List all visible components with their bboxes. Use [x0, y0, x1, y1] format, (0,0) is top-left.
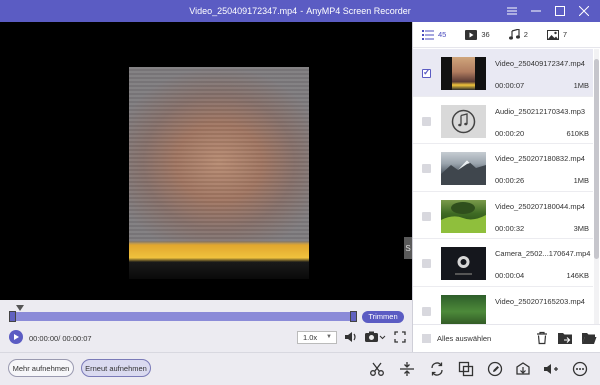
video-preview[interactable]: S [0, 22, 412, 300]
file-name: Video_250207180044.mp4 [495, 201, 585, 211]
scrollbar-thumb[interactable] [594, 59, 599, 259]
file-size: 610KB [566, 128, 589, 138]
tab-audio-count: 2 [523, 30, 528, 39]
split-icon[interactable] [397, 359, 417, 379]
file-name: Camera_2502...170647.mp4 [495, 249, 591, 258]
playback-controls: Trimmen 00:00:00/ 00:00:07 1.0x ▼ [0, 300, 412, 352]
trim-start-handle[interactable] [9, 311, 16, 322]
title-separator: - [300, 6, 304, 16]
fullscreen-icon[interactable] [392, 329, 408, 345]
list-item[interactable]: Video_250207180832.mp4 00:00:26 1MB [413, 144, 593, 192]
file-name: Video_250207180832.mp4 [495, 154, 585, 163]
file-size: 1MB [573, 81, 589, 90]
timeline-track[interactable] [9, 311, 357, 322]
list-item[interactable]: Video_250409172347.mp4 00:00:07 1MB [413, 49, 593, 97]
tab-all-count: 45 [438, 30, 447, 39]
file-size: 3MB [573, 223, 589, 233]
file-duration: 00:00:07 [495, 81, 525, 90]
file-name: Audio_250212170343.mp3 [495, 106, 586, 116]
window-file-title: Video_250409172347.mp4 [189, 6, 298, 16]
checkbox[interactable] [422, 306, 431, 316]
tab-video-count: 36 [481, 30, 490, 39]
thumbnail [441, 152, 486, 185]
time-readout: 00:00:00/ 00:00:07 [29, 334, 92, 343]
checkbox[interactable] [422, 259, 431, 268]
record-again-button[interactable]: Erneut aufnehmen [81, 359, 151, 377]
minimize-icon[interactable] [524, 0, 548, 22]
convert-icon[interactable] [427, 359, 447, 379]
file-duration: 00:00:20 [495, 128, 525, 138]
edit-metadata-icon[interactable] [485, 359, 505, 379]
maximize-icon[interactable] [548, 0, 572, 22]
file-name: Video_250207165203.mp4 [495, 296, 585, 306]
select-all-label[interactable]: Alles auswählen [437, 334, 491, 343]
chevron-down-icon: ▼ [326, 334, 332, 340]
media-library-panel: 45 36 2 7 Video_250409172347.mp4 00:00:0… [412, 22, 600, 352]
volume-icon[interactable] [343, 329, 359, 345]
checkbox[interactable] [422, 164, 431, 173]
merge-icon[interactable] [456, 359, 476, 379]
speed-value: 1.0x [303, 333, 318, 342]
play-button[interactable] [9, 330, 23, 344]
thumbnail [441, 247, 486, 280]
audio-thumbnail-icon [451, 109, 476, 133]
list-item[interactable]: Video_250207165203.mp4 [413, 287, 593, 324]
file-list: Video_250409172347.mp4 00:00:07 1MB Audi… [413, 49, 593, 324]
more-icon[interactable] [570, 359, 590, 379]
file-duration: 00:00:26 [495, 176, 525, 185]
tab-video[interactable]: 36 [465, 29, 490, 40]
title-bar: Video_250409172347.mp4- AnyMP4 Screen Rec… [0, 0, 600, 22]
file-duration: 00:00:04 [495, 271, 525, 280]
trim-button[interactable]: Trimmen [362, 311, 404, 323]
tab-all[interactable]: 45 [422, 29, 447, 40]
menu-icon[interactable] [500, 0, 524, 22]
audio-volume-icon[interactable] [541, 359, 561, 379]
thumbnail [441, 294, 486, 324]
list-item[interactable]: Camera_2502...170647.mp4 00:00:04 146KB [413, 239, 593, 287]
snapshot-icon[interactable] [363, 329, 387, 345]
panel-footer: Alles auswählen [413, 324, 600, 352]
speed-select[interactable]: 1.0x ▼ [297, 331, 337, 344]
checkbox[interactable] [422, 116, 431, 126]
trim-end-handle[interactable] [350, 311, 357, 322]
open-folder-icon[interactable] [581, 331, 597, 347]
list-scrollbar[interactable] [594, 49, 599, 324]
video-frame [129, 67, 309, 279]
bottom-toolbar: Mehr aufnehmen Erneut aufnehmen [0, 352, 600, 385]
export-folder-icon[interactable] [557, 331, 573, 347]
cut-icon[interactable] [367, 359, 387, 379]
list-item[interactable]: Video_250207180044.mp4 00:00:32 3MB [413, 192, 593, 239]
delete-icon[interactable] [535, 331, 549, 347]
list-icon [422, 29, 434, 40]
list-item[interactable]: Audio_250212170343.mp3 00:00:20 610KB [413, 97, 593, 144]
checkbox[interactable] [422, 211, 431, 221]
window-app-name: AnyMP4 Screen Recorder [306, 6, 411, 16]
file-size: 146KB [566, 271, 589, 280]
thumbnail [441, 57, 486, 90]
thumbnail [441, 104, 486, 138]
video-icon [465, 29, 478, 40]
side-panel-tab[interactable]: S [404, 237, 412, 259]
tab-image-count: 7 [562, 30, 568, 39]
playhead-marker[interactable] [16, 305, 24, 311]
media-tabs: 45 36 2 7 [413, 22, 600, 48]
select-all-checkbox[interactable] [422, 334, 431, 343]
checkbox[interactable] [422, 67, 431, 78]
file-name: Video_250409172347.mp4 [495, 59, 585, 68]
thumbnail [441, 199, 486, 233]
image-icon [546, 29, 559, 40]
file-duration: 00:00:32 [495, 223, 525, 233]
tab-image[interactable]: 7 [546, 29, 568, 40]
record-more-button[interactable]: Mehr aufnehmen [8, 359, 74, 377]
compress-icon[interactable] [513, 359, 533, 379]
file-size: 1MB [573, 176, 589, 185]
music-icon [508, 29, 520, 40]
close-icon[interactable] [572, 0, 596, 22]
tab-audio[interactable]: 2 [508, 29, 528, 40]
